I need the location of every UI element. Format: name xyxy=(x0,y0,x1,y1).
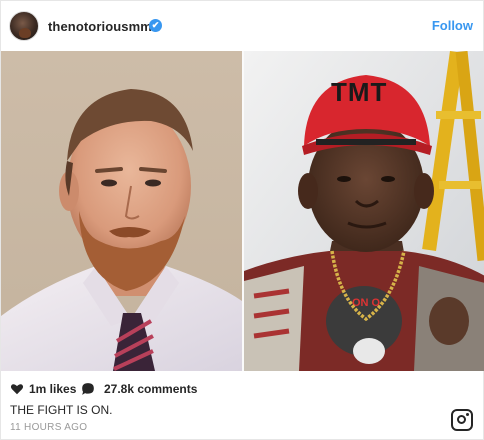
post-header: thenotoriousmma ✔ Follow xyxy=(1,1,484,51)
right-photo: ON O TMT xyxy=(244,51,484,371)
post-caption: THE FIGHT IS ON. xyxy=(10,403,113,417)
instagram-post: thenotoriousmma ✔ Follow ON O TMT 1m lik… xyxy=(0,0,484,440)
post-media[interactable]: ON O TMT xyxy=(1,51,484,371)
svg-text:ON O: ON O xyxy=(352,297,381,309)
left-photo xyxy=(1,51,242,371)
comments-count[interactable]: 27.8k comments xyxy=(104,382,197,396)
left-photo-illustration xyxy=(1,51,242,371)
username[interactable]: thenotoriousmma xyxy=(48,19,159,34)
post-actions: 1m likes 27.8k comments xyxy=(1,373,484,403)
instagram-logo-icon xyxy=(451,409,473,431)
heart-icon[interactable] xyxy=(10,382,24,396)
cap-logo-text: TMT xyxy=(331,77,388,107)
likes-count: 1m likes xyxy=(29,382,77,396)
verified-badge-icon: ✔ xyxy=(149,19,162,32)
post-timestamp: 11 HOURS AGO xyxy=(10,422,88,433)
follow-button[interactable]: Follow xyxy=(432,18,473,33)
profile-avatar[interactable] xyxy=(9,11,39,41)
comment-bubble-icon[interactable] xyxy=(81,382,95,396)
